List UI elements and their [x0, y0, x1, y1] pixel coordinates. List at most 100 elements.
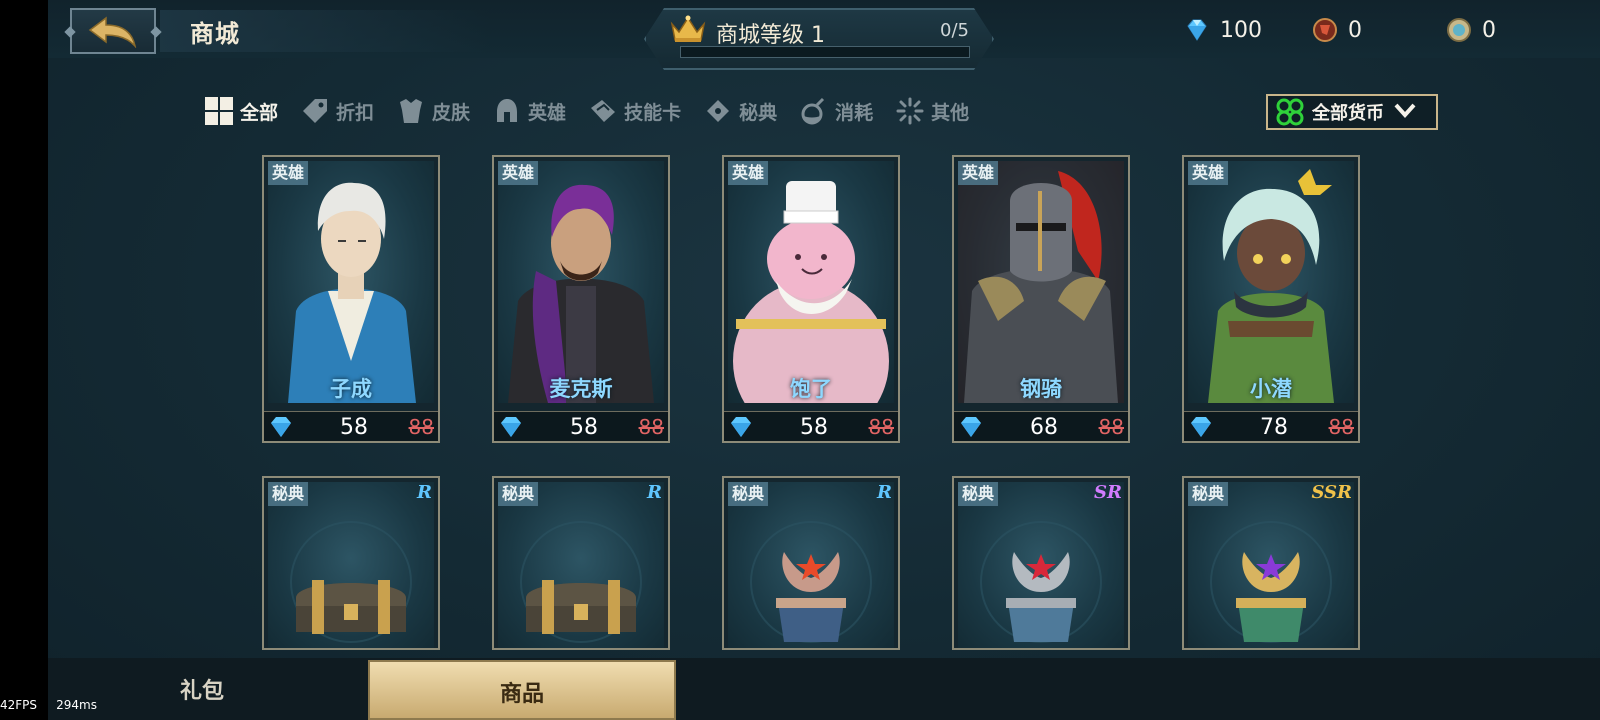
- category-filters: 全部 折扣 皮肤 英雄 技能卡 秘典 消耗 其他: [204, 94, 991, 128]
- shop-item-tome[interactable]: 秘典 SR: [952, 476, 1130, 650]
- currency-coin-token[interactable]: 0: [1446, 16, 1496, 44]
- price: 58: [340, 415, 368, 440]
- tab-goods-label: 商品: [499, 682, 544, 707]
- currency-filter-label: 全部货币: [1312, 103, 1384, 124]
- currency-red-token[interactable]: 0: [1312, 16, 1362, 44]
- tome-art: [728, 482, 894, 648]
- shop-level-progress: 0/5: [940, 20, 969, 41]
- back-arrow-icon: [88, 16, 137, 48]
- hero-portrait: [728, 161, 894, 403]
- hero-portrait: [1188, 161, 1354, 403]
- page-title: 商城: [190, 20, 240, 48]
- shop-screen: 商城 商城等级 1 0/5 100 0 0 全部 折扣 皮肤 英雄 技能卡 秘典…: [48, 0, 1600, 720]
- diamond-icon: [1187, 19, 1207, 41]
- item-tag: 英雄: [1188, 161, 1229, 185]
- currency-diamond-value: 100: [1220, 17, 1262, 43]
- original-price: 88: [638, 415, 664, 439]
- shop-item-hero[interactable]: 英雄 麦克斯 58 88: [492, 155, 670, 443]
- price-row: 58 88: [264, 411, 438, 441]
- grid-icon: [205, 97, 233, 125]
- shop-level-label: 商城等级 1: [716, 23, 825, 48]
- filter-discount[interactable]: 折扣: [300, 94, 374, 128]
- price-tag-icon: [303, 99, 328, 123]
- item-tag: 英雄: [498, 161, 539, 185]
- filter-other-label: 其他: [931, 101, 970, 124]
- coin-token-icon: [1447, 18, 1471, 42]
- item-tag: 秘典: [728, 482, 769, 506]
- rarity-badge: R: [417, 482, 432, 503]
- currency-diamond[interactable]: 100: [1184, 16, 1262, 44]
- shop-item-tome[interactable]: 秘典 SSR: [1182, 476, 1360, 650]
- helmet-icon: [497, 99, 518, 122]
- hero-name: 饱了: [790, 377, 832, 401]
- filter-skin[interactable]: 皮肤: [396, 94, 470, 128]
- clover-icon: [1276, 98, 1304, 126]
- bottom-tab-bar: [48, 658, 1600, 720]
- diamond-icon: [501, 417, 521, 437]
- original-price: 88: [1098, 415, 1124, 439]
- chevron-down-icon: [1394, 102, 1416, 123]
- tab-goods[interactable]: 商品: [368, 660, 676, 720]
- filter-all[interactable]: 全部: [204, 94, 278, 128]
- filter-tome-label: 秘典: [739, 101, 778, 124]
- back-button[interactable]: [70, 8, 156, 54]
- tab-gift-pack[interactable]: 礼包: [180, 673, 224, 705]
- rarity-badge: R: [877, 482, 892, 503]
- latency-counter: 294ms: [56, 698, 97, 712]
- item-tag: 秘典: [1188, 482, 1229, 506]
- price-row: 58 88: [724, 411, 898, 441]
- currency-filter-dropdown[interactable]: 全部货币: [1266, 94, 1438, 130]
- item-tag: 秘典: [268, 482, 309, 506]
- tome-art: [958, 482, 1124, 648]
- shop-item-tome[interactable]: 秘典 R: [492, 476, 670, 650]
- hero-name: 麦克斯: [549, 377, 613, 401]
- card-icon: [591, 100, 616, 122]
- shop-item-hero[interactable]: 英雄 子成 58 88: [262, 155, 440, 443]
- crown-icon: [670, 15, 706, 42]
- diamond-icon: [271, 417, 291, 437]
- potion-icon: [801, 97, 825, 125]
- shop-item-hero[interactable]: 英雄 钢骑 68 88: [952, 155, 1130, 443]
- shop-item-tome[interactable]: 秘典 R: [262, 476, 440, 650]
- hero-portrait: [268, 161, 434, 403]
- filter-tome[interactable]: 秘典: [703, 94, 777, 128]
- price-row: 68 88: [954, 411, 1128, 441]
- shop-item-hero[interactable]: 英雄 小潜 78 88: [1182, 155, 1360, 443]
- diamond-icon: [1191, 417, 1211, 437]
- hero-portrait: [498, 161, 664, 403]
- currency-coin-token-value: 0: [1482, 17, 1496, 43]
- burst-icon: [896, 97, 924, 125]
- original-price: 88: [408, 415, 434, 439]
- price: 58: [570, 415, 598, 440]
- tome-art: [268, 482, 434, 648]
- price-row: 58 88: [494, 411, 668, 441]
- fps-counter: 42FPS: [0, 698, 38, 712]
- shop-level-bar: [680, 46, 970, 58]
- hero-name: 小潜: [1250, 377, 1292, 401]
- shop-item-hero[interactable]: 英雄 饱了 58 88: [722, 155, 900, 443]
- shop-item-tome[interactable]: 秘典 R: [722, 476, 900, 650]
- red-token-icon: [1313, 18, 1337, 42]
- original-price: 88: [868, 415, 894, 439]
- hero-name: 钢骑: [1020, 377, 1062, 401]
- original-price: 88: [1328, 415, 1354, 439]
- rarity-badge: SR: [1094, 482, 1122, 503]
- filter-other[interactable]: 其他: [895, 94, 969, 128]
- filter-discount-label: 折扣: [336, 101, 375, 124]
- filter-skin-label: 皮肤: [432, 101, 471, 124]
- diamond-icon: [961, 417, 981, 437]
- price: 78: [1260, 415, 1288, 440]
- filter-consumable[interactable]: 消耗: [799, 94, 873, 128]
- item-tag: 秘典: [958, 482, 999, 506]
- item-tag: 秘典: [498, 482, 539, 506]
- rarity-badge: SSR: [1311, 482, 1352, 503]
- price-row: 78 88: [1184, 411, 1358, 441]
- currency-red-token-value: 0: [1348, 17, 1362, 43]
- item-tag: 英雄: [958, 161, 999, 185]
- filter-hero[interactable]: 英雄: [492, 94, 566, 128]
- filter-skill-card[interactable]: 技能卡: [588, 94, 681, 128]
- hero-portrait: [958, 161, 1124, 403]
- price: 58: [800, 415, 828, 440]
- price: 68: [1030, 415, 1058, 440]
- filter-skill-card-label: 技能卡: [624, 101, 682, 124]
